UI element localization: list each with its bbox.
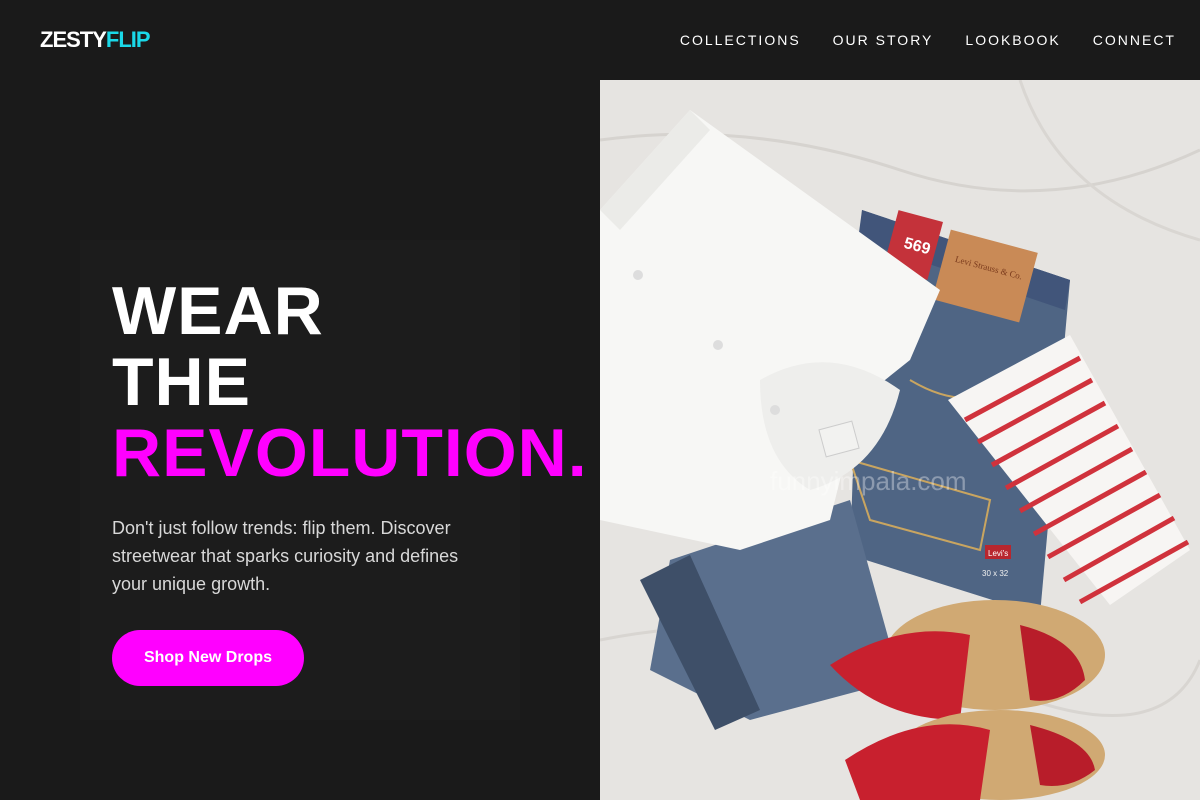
nav-menu: COLLECTIONS OUR STORY LOOKBOOK CONNECT — [680, 32, 1176, 48]
nav-item-connect[interactable]: CONNECT — [1093, 32, 1176, 48]
logo-flip: FLIP — [105, 27, 151, 52]
size-text: 30 x 32 — [982, 569, 1009, 578]
headline-line-1: WEAR — [112, 273, 324, 349]
headline-line-3: REVOLUTION. — [112, 415, 588, 491]
pocket-tag-text: Levi's — [988, 549, 1008, 558]
top-nav: ZESTY FLIP COLLECTIONS OUR STORY LOOKBOOK… — [0, 0, 1200, 80]
hero-photo: 569 Levi Strauss & Co. Levi's 30 x 32 fu… — [600, 80, 1200, 800]
hero-headline: WEAR THE REVOLUTION. — [112, 276, 588, 489]
nav-item-lookbook[interactable]: LOOKBOOK — [965, 32, 1060, 48]
shop-new-drops-button[interactable]: Shop New Drops — [112, 630, 304, 686]
flatlay-illustration: 569 Levi Strauss & Co. Levi's 30 x 32 fu… — [600, 80, 1200, 800]
logo-zesty: ZESTY — [40, 27, 107, 52]
nav-item-collections[interactable]: COLLECTIONS — [680, 32, 801, 48]
headline-line-2: THE — [112, 344, 251, 420]
watermark: funnyimpala.com — [770, 466, 967, 496]
nav-item-our-story[interactable]: OUR STORY — [833, 32, 934, 48]
logo[interactable]: ZESTY FLIP — [40, 27, 151, 53]
hero-description: Don't just follow trends: flip them. Dis… — [112, 518, 459, 594]
